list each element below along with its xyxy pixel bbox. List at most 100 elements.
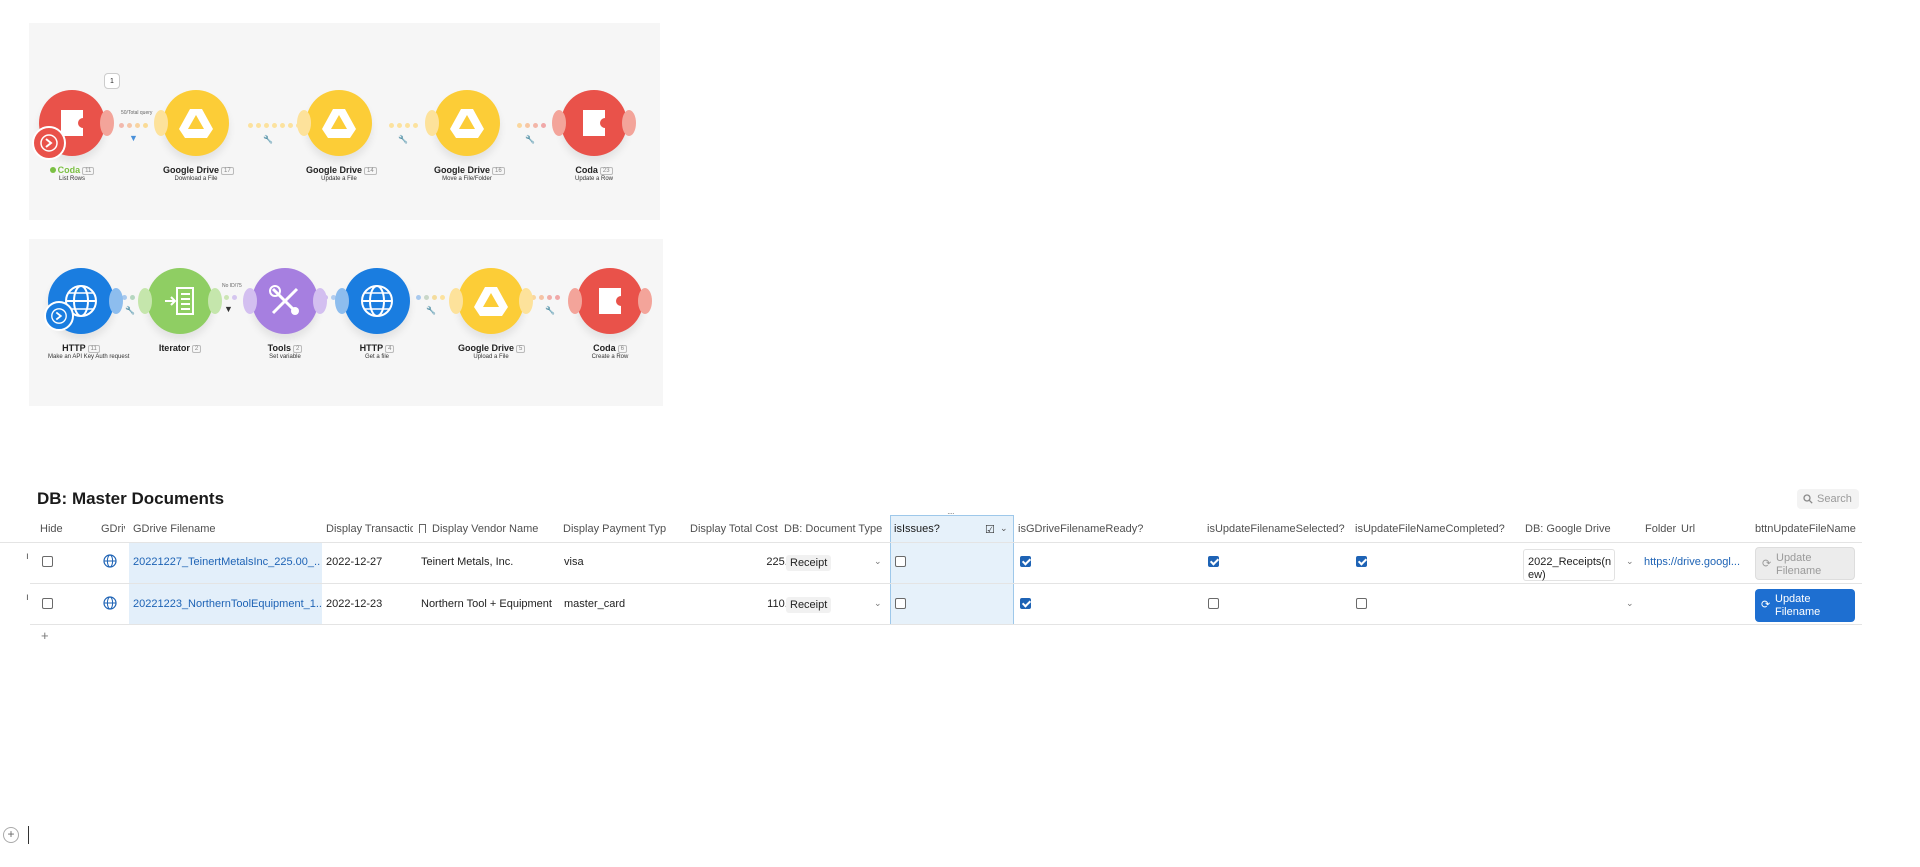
column-header-display-vendor[interactable]: Display Vendor Name <box>432 515 538 543</box>
search-input[interactable]: Search <box>1797 489 1859 509</box>
table-row[interactable]: 20221227_TeinertMetalsInc_225.00_... 202… <box>30 543 1862 584</box>
column-header-is-selected[interactable]: isUpdateFilenameSelected? <box>1207 515 1345 543</box>
chevron-down-icon[interactable]: ⌄ <box>1626 556 1634 567</box>
add-block-button[interactable]: + <box>3 827 19 843</box>
module-bubble[interactable] <box>154 90 229 156</box>
column-header-url[interactable]: Url <box>1681 515 1695 543</box>
is-completed-checkbox[interactable] <box>1356 556 1367 567</box>
is-ready-checkbox[interactable] <box>1020 598 1031 609</box>
is-ready-checkbox[interactable] <box>1020 556 1031 567</box>
refresh-icon: ⟳ <box>1762 558 1772 570</box>
column-header-is-completed[interactable]: isUpdateFileNameCompleted? <box>1355 515 1505 543</box>
module-bubble[interactable] <box>449 268 533 334</box>
chevron-down-icon[interactable]: ⌄ <box>874 598 882 609</box>
globe-icon[interactable] <box>103 554 117 573</box>
module-google-drive-upload[interactable]: Google Drive 5 Upload a File <box>449 268 533 360</box>
wrench-icon[interactable]: 🔧 <box>525 135 535 144</box>
column-header-hide[interactable]: Hide <box>40 515 63 543</box>
route-label: No ID/75 <box>222 283 242 289</box>
isissues-checkbox[interactable] <box>895 556 906 567</box>
column-header-document-type[interactable]: DB: Document Type <box>784 515 882 543</box>
module-handle <box>425 110 439 136</box>
checkbox-column-icon[interactable]: ☑ <box>985 523 995 536</box>
column-header-gdrive-filename[interactable]: GDrive Filename <box>133 515 216 543</box>
transaction-date-cell: 2022-12-23 <box>326 598 383 610</box>
is-selected-checkbox[interactable] <box>1208 598 1219 609</box>
globe-icon[interactable] <box>103 596 117 615</box>
module-bubble[interactable] <box>243 268 327 334</box>
module-handle <box>335 288 349 314</box>
module-google-drive-move[interactable]: Google Drive 16 Move a File/Folder <box>425 90 505 182</box>
module-google-drive-download[interactable]: Google Drive 17 Download a File <box>154 90 234 182</box>
column-header-is-ready[interactable]: isGDriveFilenameReady? <box>1018 515 1143 543</box>
transaction-date-cell: 2022-12-27 <box>326 556 383 568</box>
module-name: Coda <box>593 343 616 353</box>
column-header-isissues[interactable]: isIssues? <box>894 515 940 543</box>
wrench-icon[interactable]: 🔧 <box>263 135 273 144</box>
is-selected-checkbox[interactable] <box>1208 556 1219 567</box>
module-handle <box>154 110 168 136</box>
isissues-checkbox[interactable] <box>895 598 906 609</box>
run-once-icon[interactable] <box>44 301 74 331</box>
module-coda-update-row[interactable]: Coda 23 Update a Row <box>552 90 636 182</box>
module-bubble[interactable] <box>568 268 652 334</box>
payment-type-cell: visa <box>564 556 584 568</box>
url-cell[interactable]: https://drive.googl... <box>1644 556 1744 568</box>
column-header-display-payment[interactable]: Display Payment Typ <box>563 515 666 543</box>
module-name: HTTP <box>62 343 86 353</box>
button-label-line2: Filename <box>1776 565 1822 577</box>
connector <box>416 295 445 300</box>
add-row-button[interactable]: + <box>41 628 49 643</box>
module-bubble[interactable] <box>335 268 410 334</box>
google-drive-lookup[interactable]: 2022_Receipts(n ew) <box>1523 549 1615 581</box>
module-description: Update a File <box>321 176 357 182</box>
hide-checkbox[interactable] <box>42 556 53 567</box>
document-type-select[interactable]: Receipt <box>786 597 832 613</box>
vendor-name-cell: Northern Tool + Equipment <box>421 598 552 610</box>
payment-type-cell: master_card <box>564 598 626 610</box>
module-name: Tools <box>267 343 291 353</box>
column-header-folder[interactable]: Folder <box>1645 515 1676 543</box>
document-type-select[interactable]: Receipt <box>786 555 832 571</box>
module-iterator[interactable]: Iterator 2 <box>138 268 222 354</box>
module-handle <box>138 288 152 314</box>
chevron-down-icon[interactable]: ⌄ <box>1000 523 1008 534</box>
chevron-down-icon[interactable]: ⌄ <box>874 556 882 567</box>
column-header-display-transaction[interactable]: Display Transactic <box>326 515 413 543</box>
vendor-name-cell: Teinert Metals, Inc. <box>421 556 514 568</box>
update-filename-button-disabled[interactable]: ⟳ Update Filename <box>1755 547 1855 580</box>
wrench-icon[interactable]: 🔧 <box>545 306 555 315</box>
module-tools-set-variable[interactable]: Tools 2 Set variable <box>243 268 327 360</box>
google-drive-icon <box>450 109 484 138</box>
chevron-down-icon[interactable]: ⌄ <box>1626 598 1634 609</box>
wrench-icon[interactable]: 🔧 <box>125 306 135 315</box>
gdrive-filename-cell[interactable]: 20221223_NorthernToolEquipment_1... <box>133 598 321 610</box>
update-filename-button[interactable]: ⟳ Update Filename <box>1755 589 1855 622</box>
module-bubble[interactable] <box>425 90 500 156</box>
table-row[interactable]: 20221223_NorthernToolEquipment_1... 2022… <box>30 584 1862 625</box>
module-bubble[interactable] <box>297 90 372 156</box>
filter-icon[interactable]: ▼ <box>129 133 138 143</box>
connector <box>389 123 418 128</box>
module-google-drive-update[interactable]: Google Drive 14 Update a File <box>297 90 377 182</box>
gdrive-filename-cell[interactable]: 20221227_TeinertMetalsInc_225.00_... <box>133 556 321 568</box>
module-coda-create-row[interactable]: Coda 6 Create a Row <box>568 268 652 360</box>
wrench-icon[interactable]: 🔧 <box>426 306 436 315</box>
schedule-clock-icon[interactable] <box>32 126 66 160</box>
module-handle <box>109 288 123 314</box>
column-header-bttn-update[interactable]: bttnUpdateFileName <box>1755 515 1856 543</box>
module-bubble[interactable] <box>552 90 636 156</box>
hide-checkbox[interactable] <box>42 598 53 609</box>
column-header-gdrive[interactable]: GDriv <box>101 515 125 543</box>
is-completed-checkbox[interactable] <box>1356 598 1367 609</box>
module-http-get-file[interactable]: HTTP 4 Get a file <box>335 268 410 360</box>
module-handle <box>313 288 327 314</box>
column-header-display-total[interactable]: Display Total Cost <box>690 515 778 543</box>
module-bubble[interactable] <box>138 268 222 334</box>
module-handle <box>622 110 636 136</box>
route-label: 50/Total query <box>121 110 153 116</box>
filter-icon[interactable]: ▼ <box>224 304 233 314</box>
module-handle <box>243 288 257 314</box>
wrench-icon[interactable]: 🔧 <box>398 135 408 144</box>
column-header-google-drive[interactable]: DB: Google Drive <box>1525 515 1611 543</box>
